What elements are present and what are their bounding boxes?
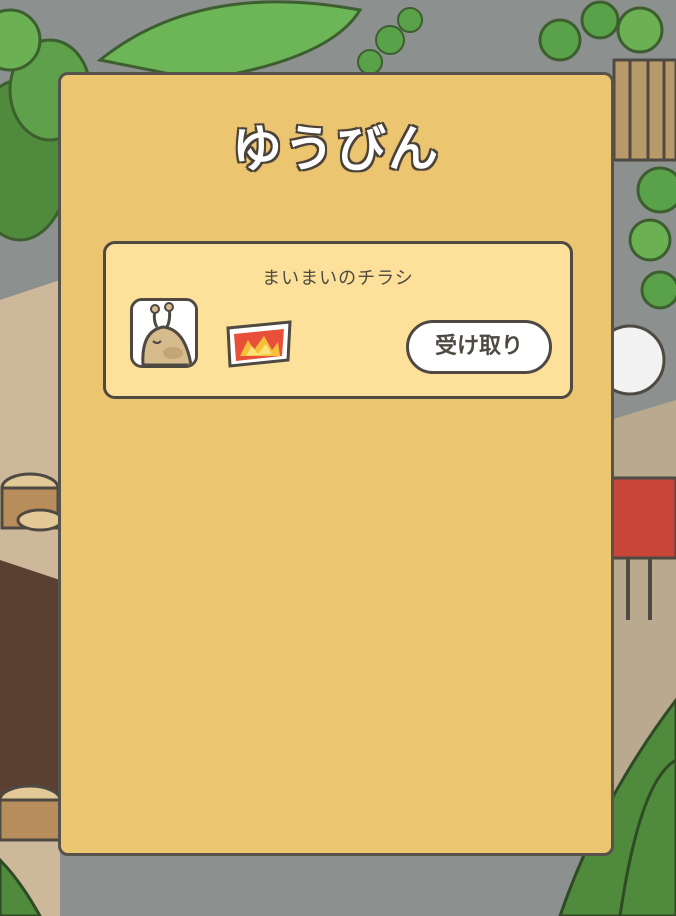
- game-scene: ゆうびん まいまいのチラシ 受け取り: [0, 0, 676, 916]
- wooden-fence: [612, 58, 676, 162]
- snail-character-icon: [130, 298, 198, 368]
- mail-item-title: まいまいのチラシ: [262, 268, 414, 289]
- panel-title: ゆうびん: [231, 119, 440, 180]
- mail-panel: ゆうびん まいまいのチラシ 受け取り: [58, 72, 614, 856]
- flyer-icon: [224, 320, 294, 368]
- mail-item: まいまいのチラシ 受け取り: [103, 241, 573, 399]
- receive-button[interactable]: 受け取り: [406, 320, 552, 374]
